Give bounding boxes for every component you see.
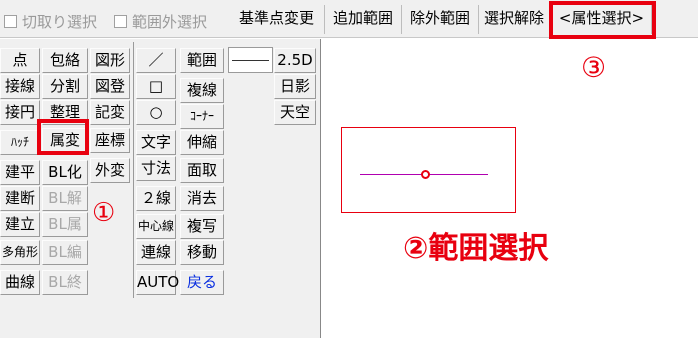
tool-chamfer-button[interactable]: 面取 [180, 158, 224, 183]
tool-coordinates-button[interactable]: 座標 [90, 128, 130, 153]
tool-polygon-button[interactable]: 多角形 [0, 240, 40, 265]
tool-hatch-button[interactable]: ﾊｯﾁ [0, 130, 40, 155]
cut-select-label: 切取り選択 [22, 13, 98, 31]
tool-move-button[interactable]: 移動 [180, 240, 224, 265]
tool-point-button[interactable]: 点 [0, 48, 40, 73]
out-of-range-select-label: 範囲外選択 [132, 13, 208, 31]
selection-rectangle[interactable] [341, 127, 516, 213]
tool-2-5d-button[interactable]: 2.5D [274, 48, 316, 73]
tool-auto-button[interactable]: AUTO [136, 270, 179, 295]
step3-annotation: ③ [581, 51, 607, 84]
tool-envelope-button[interactable]: 包絡 [42, 48, 88, 73]
tool-text-button[interactable]: 文字 [136, 130, 176, 155]
tool-range-button[interactable]: 範囲 [180, 48, 224, 73]
cut-select-checkbox[interactable]: 切取り選択 [4, 11, 97, 32]
base-point-change-button[interactable]: 基準点変更 [229, 5, 325, 34]
tool-shape-button[interactable]: 図形 [90, 48, 130, 73]
out-of-range-select-checkbox[interactable]: 範囲外選択 [114, 11, 207, 32]
tool-block-attribute-button[interactable]: BL属 [42, 212, 88, 237]
tool-block-create-button[interactable]: BL化 [42, 160, 88, 185]
tool-copy-button[interactable]: 複写 [180, 214, 224, 239]
tool-sun-shadow-button[interactable]: 日影 [274, 74, 316, 99]
exclude-range-button[interactable]: 除外範囲 [402, 5, 479, 34]
line-sample [232, 60, 269, 61]
tool-building-elevation-button[interactable]: 建立 [0, 212, 40, 237]
tool-dimension-button[interactable]: 寸法 [136, 156, 176, 181]
tool-connect-line-button[interactable]: 連線 [136, 240, 176, 265]
tool-symbol-change-button[interactable]: 記変 [90, 100, 130, 125]
tool-undo-button[interactable]: 戻る [180, 270, 224, 295]
tool-tangent-line-button[interactable]: 接線 [0, 74, 40, 99]
canvas-border [320, 39, 321, 338]
tool-corner-button[interactable]: ｺｰﾅｰ [180, 104, 224, 129]
tool-erase-button[interactable]: 消去 [180, 186, 224, 211]
tool-center-line-button[interactable]: 中心線 [136, 214, 176, 239]
step3-highlight [549, 1, 656, 39]
tool-external-change-button[interactable]: 外変 [90, 158, 130, 183]
step1-highlight [37, 119, 89, 155]
tool-parallel-line-button[interactable]: 複線 [180, 78, 224, 103]
deselect-button[interactable]: 選択解除 [479, 5, 550, 34]
tool-block-end-button[interactable]: BL終 [42, 270, 88, 295]
tool-building-section-button[interactable]: 建断 [0, 186, 40, 211]
tool-curve-button[interactable]: 曲線 [0, 270, 40, 295]
tool-stretch-button[interactable]: 伸縮 [180, 130, 224, 155]
tool-shape-register-button[interactable]: 図登 [90, 74, 130, 99]
step1-annotation: ① [92, 198, 116, 228]
checkbox-box[interactable] [4, 15, 17, 28]
tool-double-line-button[interactable]: ２線 [136, 186, 176, 211]
tool-circle-button[interactable]: ○ [136, 100, 176, 125]
add-range-button[interactable]: 追加範囲 [325, 5, 402, 34]
palette-divider [133, 42, 134, 298]
tool-block-explode-button[interactable]: BL解 [42, 186, 88, 211]
tool-line-button[interactable]: ／ [136, 48, 176, 73]
tool-divide-button[interactable]: 分割 [42, 74, 88, 99]
line-type-preview[interactable] [228, 47, 273, 73]
tool-tangent-circle-button[interactable]: 接円 [0, 100, 40, 125]
step2-annotation: ②範囲選択 [403, 231, 549, 266]
tool-rectangle-button[interactable]: □ [136, 74, 176, 99]
tool-sky-button[interactable]: 天空 [274, 100, 316, 125]
checkbox-box[interactable] [114, 15, 127, 28]
tool-block-edit-button[interactable]: BL編 [42, 240, 88, 265]
tool-building-plan-button[interactable]: 建平 [0, 160, 40, 185]
line-midpoint-marker [421, 170, 430, 179]
